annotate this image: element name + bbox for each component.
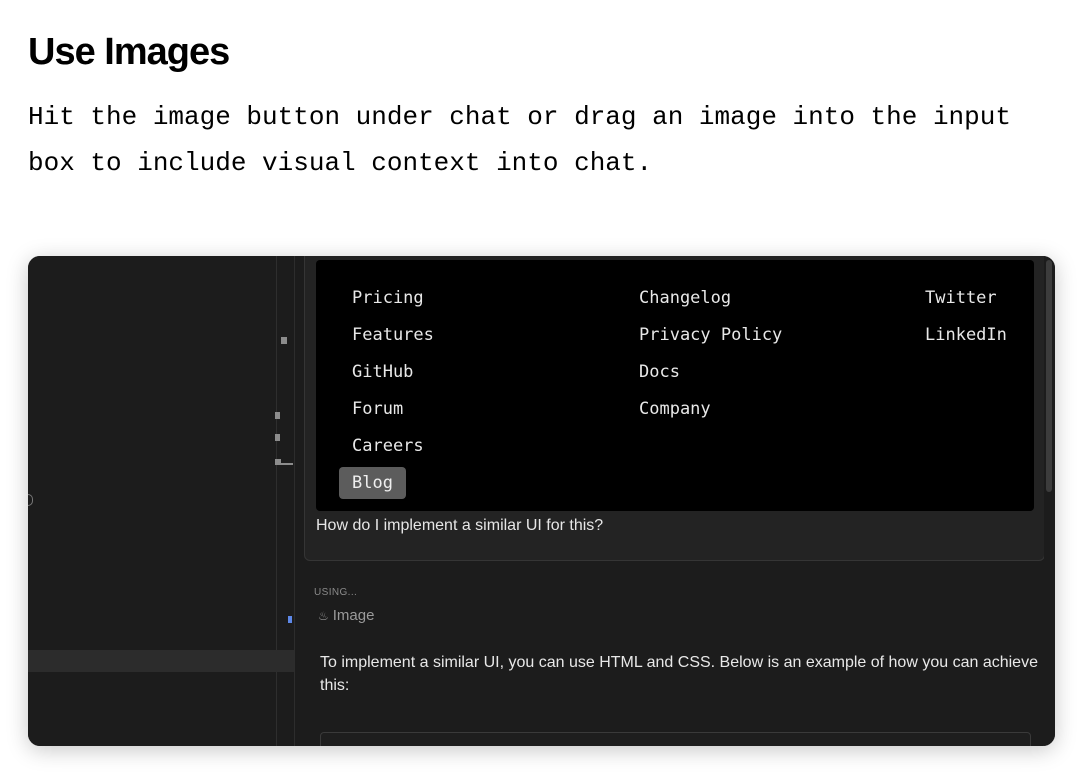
user-message: Pricing Features GitHub Forum Careers Blog Ch…	[304, 256, 1045, 561]
context-using-label: USING...	[314, 587, 358, 598]
gutter-marker	[275, 412, 280, 419]
footer-link-github[interactable]: GitHub	[352, 354, 434, 391]
cursor-marker	[288, 616, 292, 623]
editor-highlighted-line	[28, 650, 294, 672]
scrollbar-thumb[interactable]	[1046, 260, 1052, 492]
footer-link-forum[interactable]: Forum	[352, 391, 434, 428]
gutter-marker	[275, 434, 280, 441]
code-block	[320, 732, 1031, 746]
gutter-marker	[281, 337, 287, 344]
chat-panel: Pricing Features GitHub Forum Careers Blog Ch…	[304, 256, 1055, 746]
gutter-marker	[281, 463, 293, 465]
assistant-answer: To implement a similar UI, you can use H…	[320, 654, 1038, 694]
section-description: Hit the image button under chat or drag …	[28, 102, 1011, 178]
footer-link-twitter[interactable]: Twitter	[925, 280, 1007, 317]
footer-link-features[interactable]: Features	[352, 317, 434, 354]
footer-link-docs[interactable]: Docs	[639, 354, 782, 391]
section-title: Use Images	[28, 31, 230, 73]
footer-column-social: Twitter LinkedIn	[925, 280, 1007, 354]
pane-divider[interactable]	[294, 256, 295, 746]
footer-column-product: Pricing Features GitHub Forum Careers Blog	[339, 280, 434, 499]
footer-link-changelog[interactable]: Changelog	[639, 280, 782, 317]
footer-link-careers[interactable]: Careers	[352, 428, 434, 465]
image-icon: ♨	[318, 609, 329, 623]
footer-link-privacy-policy[interactable]: Privacy Policy	[639, 317, 782, 354]
footer-column-company: Changelog Privacy Policy Docs Company	[639, 280, 782, 428]
footer-link-linkedin[interactable]: LinkedIn	[925, 317, 1007, 354]
footer-link-blog[interactable]: Blog	[339, 467, 406, 499]
context-item-image[interactable]: ♨ Image	[318, 607, 374, 624]
footer-link-pricing[interactable]: Pricing	[352, 280, 434, 317]
editor-pane	[28, 256, 276, 746]
attached-image[interactable]: Pricing Features GitHub Forum Careers Blog Ch…	[316, 260, 1034, 511]
chat-screenshot: Pricing Features GitHub Forum Careers Blog Ch…	[28, 256, 1055, 746]
message-text: How do I implement a similar UI for this…	[316, 517, 604, 534]
footer-link-company[interactable]: Company	[639, 391, 782, 428]
context-item-label: Image	[332, 607, 375, 624]
